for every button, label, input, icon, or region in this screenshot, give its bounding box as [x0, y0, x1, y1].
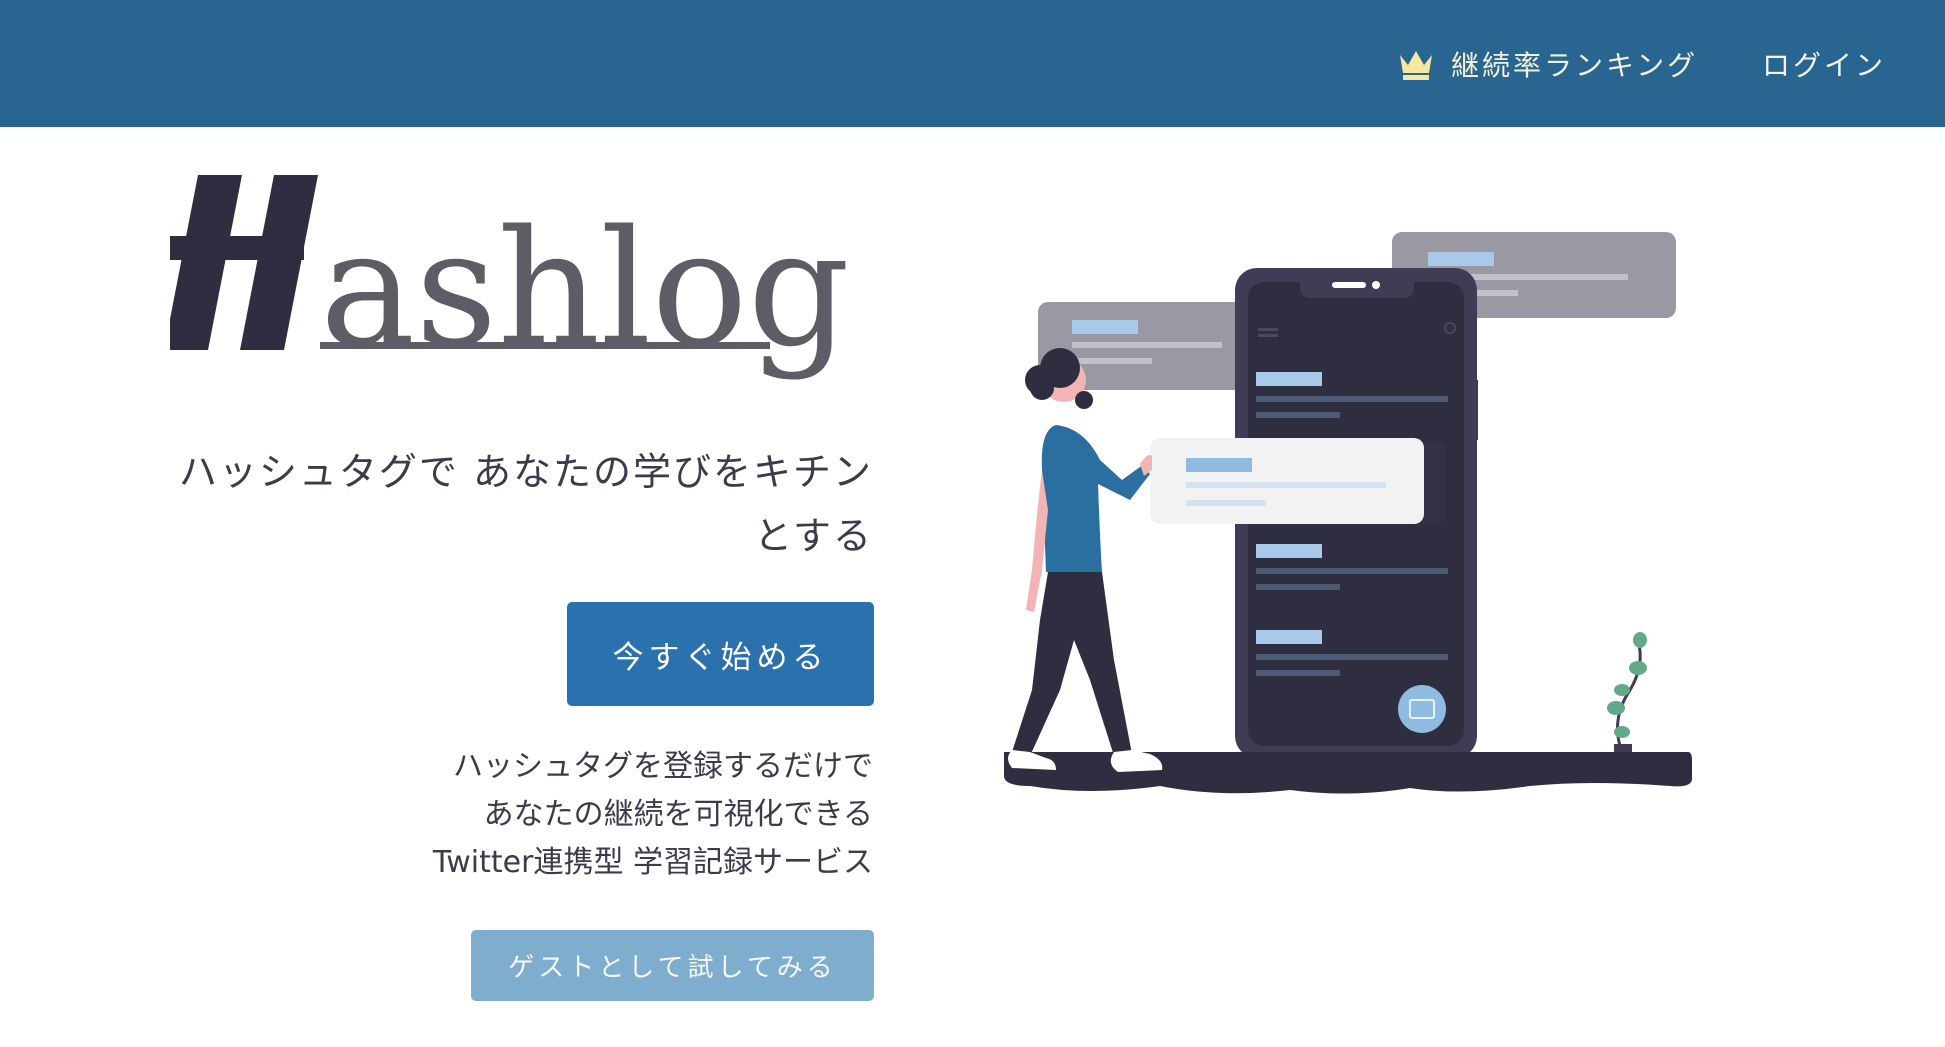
login-link[interactable]: ログイン	[1762, 44, 1886, 84]
ranking-link[interactable]: 継続率ランキング	[1397, 44, 1698, 84]
hashlog-logo: ashlog	[170, 170, 880, 385]
guest-trial-button[interactable]: ゲストとして試してみる	[471, 930, 874, 1001]
hero-illustration	[990, 220, 1710, 810]
ranking-label: 継続率ランキング	[1451, 49, 1699, 82]
top-navbar: 継続率ランキング ログイン	[0, 0, 1945, 127]
description-line-3: Twitter連携型 学習記録サービス	[432, 845, 873, 880]
crown-icon	[1400, 51, 1432, 80]
start-now-button[interactable]: 今すぐ始める	[567, 602, 874, 706]
logo-wordmark: ashlog	[320, 195, 850, 382]
description-line-1: ハッシュタグを登録するだけで	[453, 749, 873, 784]
description-line-2: あなたの継続を可視化できる	[483, 797, 873, 832]
tagline: ハッシュタグで あなたの学びをキチン とする	[150, 440, 873, 568]
service-description: ハッシュタグを登録するだけで あなたの継続を可視化できる Twitter連携型 …	[260, 743, 873, 887]
tagline-line-1: ハッシュタグで あなたの学びをキチン	[178, 450, 873, 494]
tagline-line-2: とする	[754, 514, 873, 558]
